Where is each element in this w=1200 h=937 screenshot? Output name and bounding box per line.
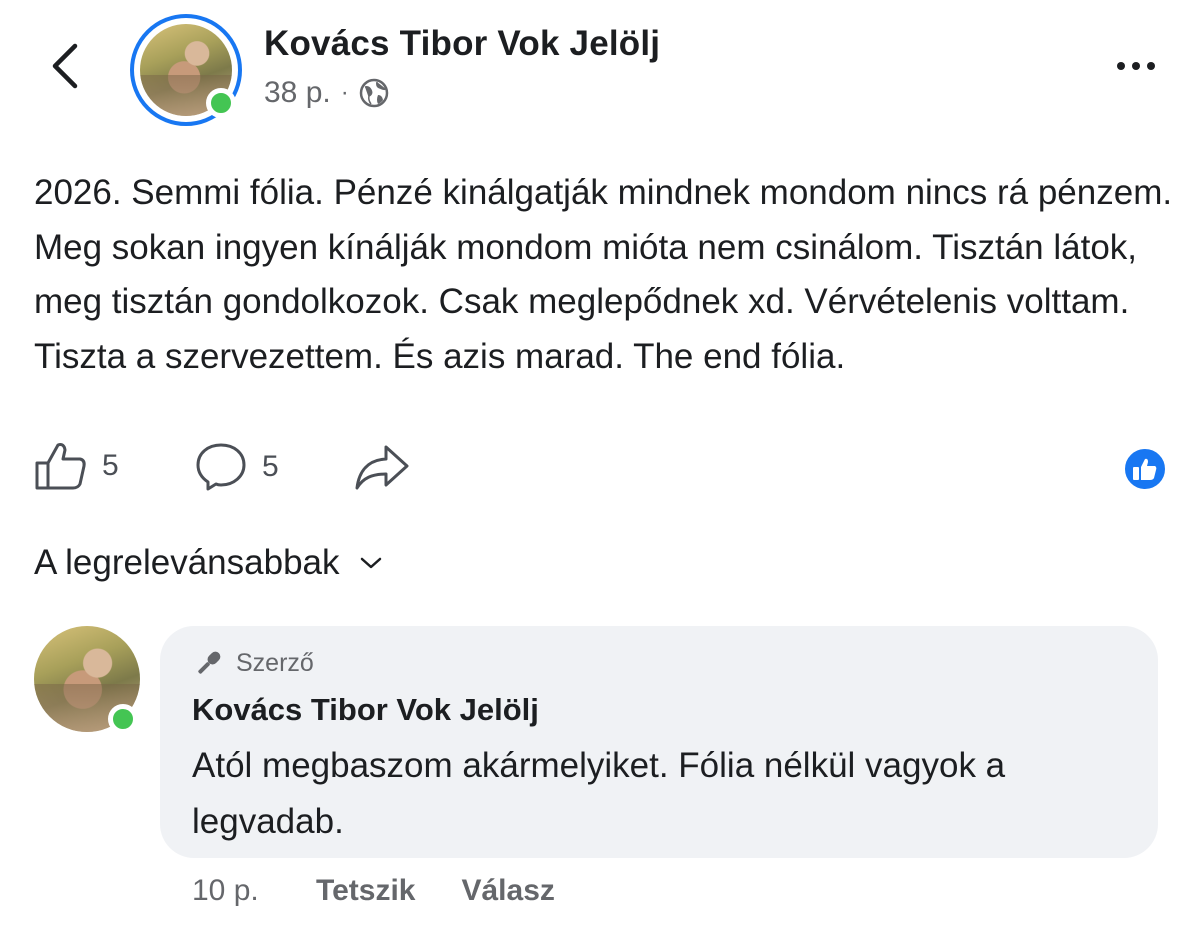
comment-author-avatar[interactable]: [34, 626, 146, 738]
share-button[interactable]: [354, 443, 410, 491]
share-arrow-icon: [355, 445, 409, 490]
comment-like-button[interactable]: Tetszik: [316, 874, 415, 908]
back-button[interactable]: [36, 30, 92, 102]
more-dot: [1117, 62, 1125, 70]
comment-text: Atól megbaszom akármelyiket. Fólia nélkü…: [192, 746, 1006, 841]
comment-count: 5: [262, 450, 279, 483]
online-status-dot: [108, 704, 138, 734]
post-time[interactable]: 38 p.: [264, 76, 331, 110]
globe-icon: [359, 78, 388, 108]
chevron-left-icon: [52, 43, 78, 89]
post-meta: 38 p. ·: [264, 76, 389, 110]
meta-separator: ·: [340, 79, 349, 106]
sort-label: A legrelevánsabbak: [34, 543, 340, 582]
comment-time: 10 p.: [192, 874, 259, 907]
like-count: 5: [102, 449, 119, 482]
post-author-name[interactable]: Kovács Tibor Vok Jelölj: [264, 24, 660, 64]
thumbs-up-icon: [35, 443, 86, 490]
post-body-text: 2026. Semmi fólia. Pénzé kinálgatják min…: [34, 173, 1173, 376]
author-avatar[interactable]: [130, 14, 242, 126]
comment-author-name[interactable]: Kovács Tibor Vok Jelölj: [192, 692, 539, 728]
author-badge: Szerző: [194, 648, 314, 678]
comment-sort-dropdown[interactable]: A legrelevánsabbak: [34, 543, 382, 583]
comment-reply-button[interactable]: Válasz: [461, 874, 554, 908]
like-button[interactable]: 5: [34, 441, 119, 491]
more-dot: [1132, 62, 1140, 70]
author-badge-label: Szerző: [236, 648, 314, 677]
more-dot: [1147, 62, 1155, 70]
comment-bubble-icon: [196, 443, 246, 491]
thumbs-up-filled-icon: [1133, 458, 1157, 480]
chevron-down-icon: [360, 557, 381, 569]
reaction-like-badge[interactable]: [1122, 446, 1168, 492]
microphone-icon: [198, 651, 221, 674]
comment-button[interactable]: 5: [194, 441, 279, 493]
comment-footer: 10 p. Tetszik Válasz: [192, 874, 601, 908]
post-view: Kovács Tibor Vok Jelölj 38 p. · 2026. Se…: [0, 0, 1200, 937]
online-status-dot: [206, 88, 236, 118]
more-options-button[interactable]: [1106, 48, 1166, 84]
